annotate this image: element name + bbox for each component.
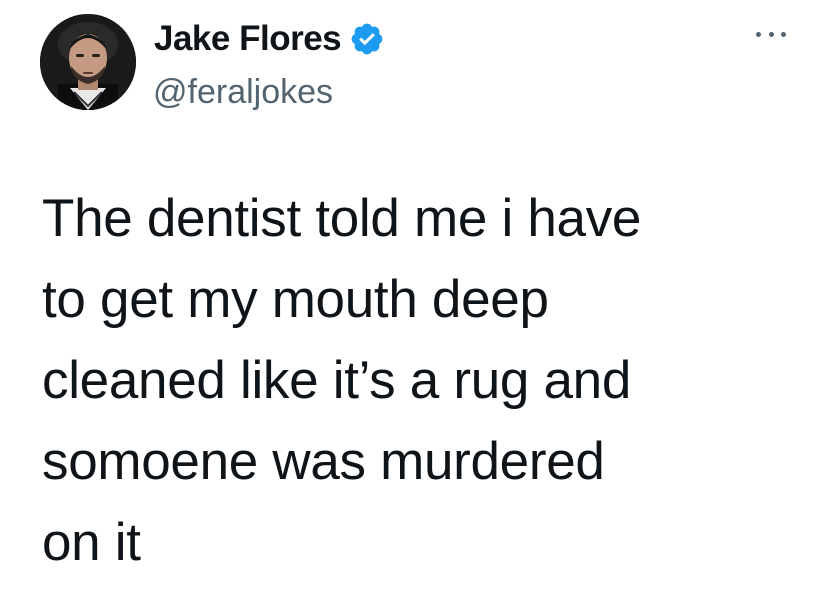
- verified-badge-icon: [349, 21, 385, 57]
- more-dot: [756, 31, 761, 37]
- tweet-line: The dentist told me i have: [42, 189, 642, 248]
- tweet-line: to get my mouth deep: [42, 270, 549, 329]
- tweet-line: cleaned like it’s a rug and: [42, 351, 632, 410]
- more-dot: [781, 31, 786, 37]
- avatar-image: [40, 14, 136, 110]
- tweet-line: somoene was murdered: [42, 432, 605, 491]
- tweet-line: on it: [42, 513, 141, 572]
- author-handle[interactable]: @feraljokes: [153, 70, 333, 114]
- avatar[interactable]: [40, 14, 136, 110]
- tweet-card: Jake Flores @feraljokes The dentist told…: [0, 0, 828, 614]
- more-dot: [768, 31, 774, 37]
- author-name-row: Jake Flores: [154, 17, 385, 61]
- tweet-text: The dentist told me i have to get my mou…: [42, 178, 812, 583]
- author-name[interactable]: Jake Flores: [154, 17, 342, 61]
- more-options-icon[interactable]: [756, 24, 786, 44]
